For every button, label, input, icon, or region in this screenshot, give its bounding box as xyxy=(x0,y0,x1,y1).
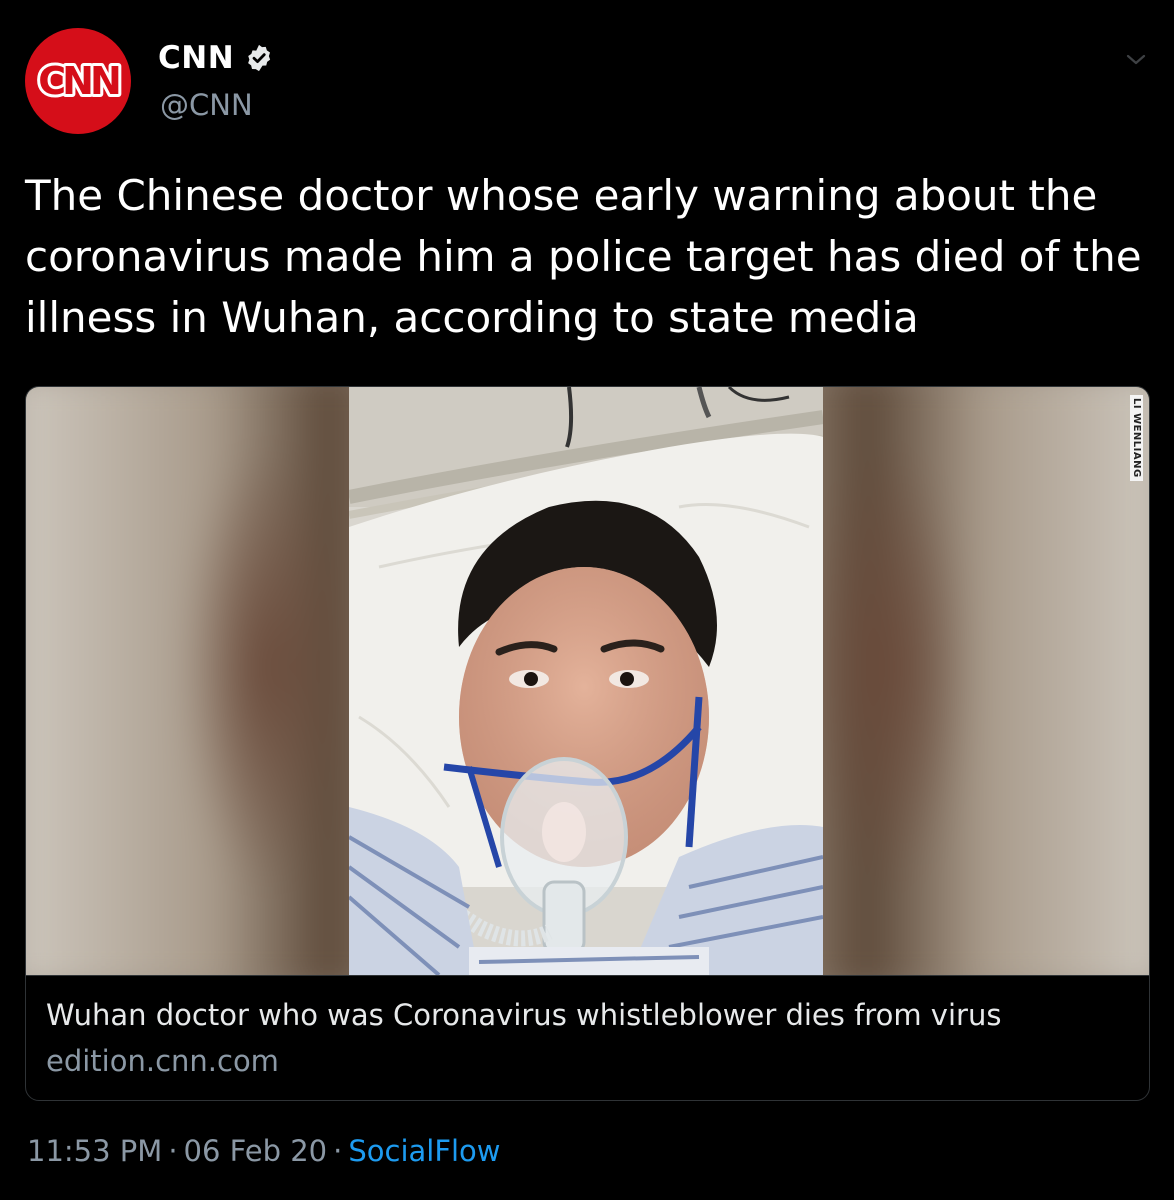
author-name-row[interactable]: CNN xyxy=(158,36,274,80)
card-info[interactable]: Wuhan doctor who was Coronavirus whistle… xyxy=(26,975,1149,1100)
tweet[interactable]: CNN CNN CNN @CNN The Chinese doctor whos… xyxy=(0,0,1174,1200)
svg-text:CNN: CNN xyxy=(38,59,119,103)
cnn-logo: CNN CNN xyxy=(35,56,126,106)
card-title[interactable]: Wuhan doctor who was Coronavirus whistle… xyxy=(46,998,1001,1032)
author-display-name[interactable]: CNN xyxy=(158,40,234,76)
card-image[interactable]: LI WENLIANG xyxy=(26,387,1149,975)
card-domain[interactable]: edition.cnn.com xyxy=(46,1044,279,1078)
tweet-date[interactable]: 06 Feb 20 xyxy=(184,1134,328,1168)
meta-separator: · xyxy=(168,1134,178,1168)
avatar[interactable]: CNN CNN xyxy=(25,28,131,134)
chevron-down-icon[interactable] xyxy=(1124,48,1148,72)
meta-separator: · xyxy=(333,1134,343,1168)
link-card[interactable]: LI WENLIANG Wuhan doctor who was Coronav… xyxy=(25,386,1150,1101)
author-handle[interactable]: @CNN xyxy=(160,88,253,122)
tweet-text: The Chinese doctor whose early warning a… xyxy=(25,171,1142,342)
verified-badge-icon xyxy=(248,44,271,72)
tweet-source-link[interactable]: SocialFlow xyxy=(348,1134,500,1168)
tweet-meta: 11:53 PM · 06 Feb 20 · SocialFlow xyxy=(27,1134,501,1168)
image-credit: LI WENLIANG xyxy=(1130,395,1143,481)
tweet-time[interactable]: 11:53 PM xyxy=(27,1134,162,1168)
card-photo xyxy=(349,387,823,975)
